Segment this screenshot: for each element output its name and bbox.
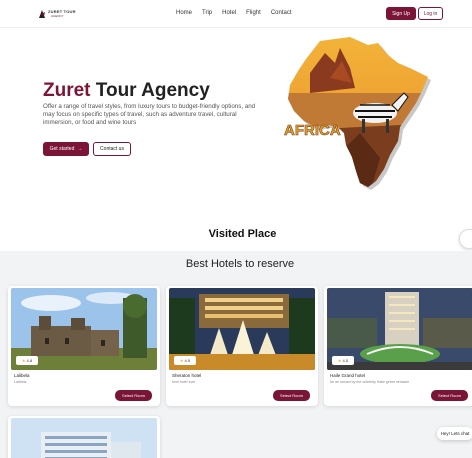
chat-widget-button[interactable]: Hey! Lets chat: [437, 427, 472, 440]
hotel-card-sheraton: ★ 4.5 Sheraton hotel best hotel ever Sel…: [166, 286, 318, 406]
nav-link-home[interactable]: Home: [176, 10, 192, 16]
scroll-circle-button[interactable]: [459, 229, 472, 249]
africa-map-label: AFRICA: [284, 122, 341, 139]
get-started-label: Get started: [49, 146, 75, 152]
nav-links: Home Trip Hotel Flight Contact: [176, 10, 302, 16]
hero-description: Offer a range of travel styles, from lux…: [43, 103, 256, 126]
nav-link-flight[interactable]: Flight: [246, 10, 261, 16]
rating-value: 4.8: [26, 358, 33, 363]
rating-badge: ★ 4.5: [174, 356, 196, 365]
hero-section: Zuret Tour Agency Offer a range of trave…: [0, 28, 472, 190]
hotel-card-partial: [8, 416, 160, 458]
select-room-button[interactable]: Select Room: [273, 390, 310, 401]
hotel-card-haile-grand: ★ 4.5 Haile Grand hotel be an owned by t…: [324, 286, 472, 406]
arrow-right-icon: →: [77, 146, 83, 152]
signup-button[interactable]: Sign Up: [386, 7, 416, 20]
logo-subtitle: AGENCY: [51, 14, 64, 18]
hotel-name: Haile Grand hotel: [330, 373, 366, 378]
hero-title-brand: Zuret: [43, 80, 91, 101]
africa-map-illustration: AFRICA: [284, 37, 431, 190]
nav-link-contact[interactable]: Contact: [271, 10, 292, 16]
hotel-name: Lalibela: [14, 373, 30, 378]
get-started-button[interactable]: Get started →: [43, 142, 89, 156]
star-icon: ★: [337, 358, 342, 363]
hotels-section: Best Hotels to reserve ★ 4.8 Lalibela La…: [0, 251, 472, 458]
star-icon: ★: [179, 358, 184, 363]
rating-value: 4.5: [342, 358, 349, 363]
hero-title-rest: Tour Agency: [90, 80, 210, 101]
hotel-name: Sheraton hotel: [172, 373, 202, 378]
hotel-image: [11, 418, 157, 458]
hotel-description: be an owned by the celebrity Haile gebre…: [330, 380, 410, 384]
rating-badge: ★ 4.5: [332, 356, 354, 365]
select-room-button[interactable]: Select Room: [115, 390, 152, 401]
nav-link-hotel[interactable]: Hotel: [222, 10, 236, 16]
star-icon: ★: [21, 358, 26, 363]
nav-link-trip[interactable]: Trip: [202, 10, 212, 16]
hotel-description: best hotel ever: [172, 380, 196, 384]
top-navbar: ZURET TOUR AGENCY Home Trip Hotel Flight…: [0, 0, 472, 28]
login-button[interactable]: Log in: [418, 7, 443, 20]
contact-us-button[interactable]: Contact us: [93, 142, 131, 156]
rating-value: 4.5: [184, 358, 191, 363]
brand-logo[interactable]: ZURET TOUR AGENCY: [38, 8, 78, 20]
logo-icon: [39, 10, 45, 18]
hotels-heading: Best Hotels to reserve: [185, 258, 295, 270]
visited-place-heading: Visited Place: [208, 228, 277, 240]
select-room-button[interactable]: Select Room: [431, 390, 468, 401]
hero-title: Zuret Tour Agency: [43, 80, 210, 102]
hotel-description: Lalibela: [14, 380, 27, 384]
hotel-card-lalibela: ★ 4.8 Lalibela Lalibela Select Room: [8, 286, 160, 406]
rating-badge: ★ 4.8: [16, 356, 38, 365]
